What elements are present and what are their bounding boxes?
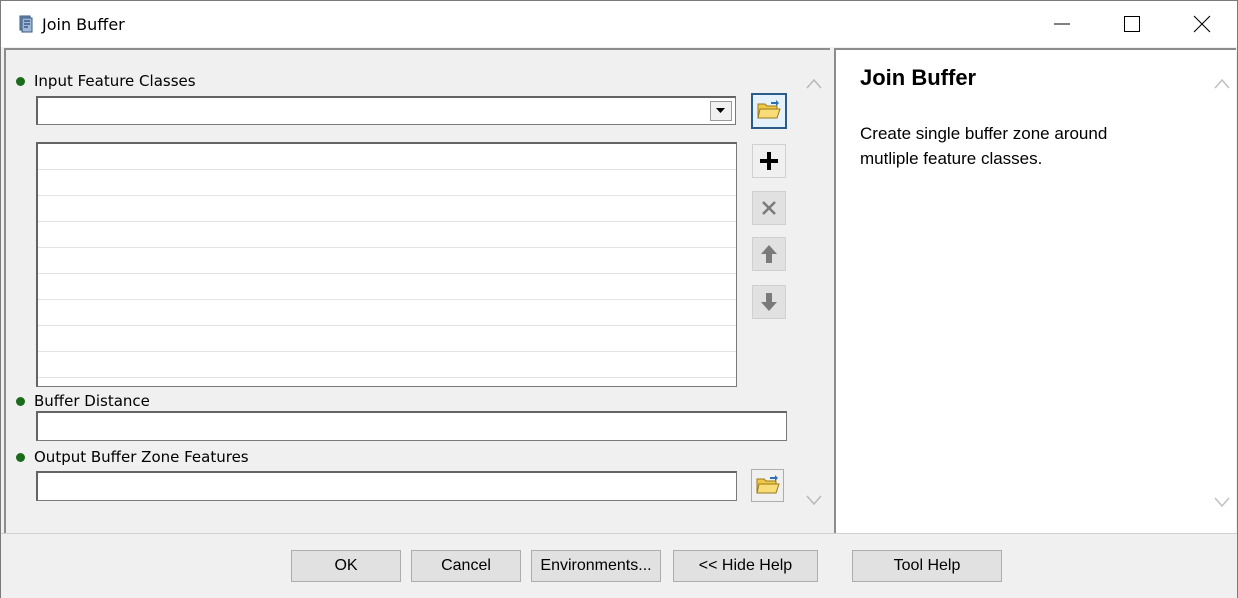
window-title: Join Buffer bbox=[42, 15, 125, 34]
buffer-distance-input[interactable] bbox=[36, 411, 787, 441]
browse-output-button[interactable] bbox=[751, 469, 784, 502]
scroll-down-icon[interactable] bbox=[806, 494, 822, 506]
list-item[interactable] bbox=[38, 248, 736, 274]
input-feature-classes-label: Input Feature Classes bbox=[34, 72, 196, 90]
open-folder-icon bbox=[756, 475, 780, 494]
input-feature-classes-list[interactable] bbox=[36, 142, 737, 387]
hide-help-button[interactable]: << Hide Help bbox=[673, 550, 818, 582]
list-item[interactable] bbox=[38, 170, 736, 196]
chevron-down-icon bbox=[716, 108, 725, 113]
list-item[interactable] bbox=[38, 196, 736, 222]
environments-button[interactable]: Environments... bbox=[531, 550, 661, 582]
browse-input-button[interactable] bbox=[751, 93, 787, 129]
remove-item-button[interactable] bbox=[752, 191, 786, 225]
help-title: Join Buffer bbox=[860, 65, 977, 90]
minimize-button[interactable] bbox=[1027, 1, 1097, 47]
parameters-pane: Input Feature Classes Buffer Distance Ou… bbox=[4, 48, 830, 535]
move-down-button[interactable] bbox=[752, 285, 786, 319]
list-item[interactable] bbox=[38, 326, 736, 352]
close-button[interactable] bbox=[1167, 1, 1237, 47]
list-item[interactable] bbox=[38, 352, 736, 378]
help-pane: Join Buffer Create single buffer zone ar… bbox=[834, 48, 1236, 534]
minimize-icon bbox=[1054, 23, 1070, 25]
open-folder-icon bbox=[757, 100, 781, 119]
output-features-input[interactable] bbox=[36, 471, 737, 501]
scroll-up-icon[interactable] bbox=[806, 78, 822, 90]
cancel-button[interactable]: Cancel bbox=[411, 550, 521, 582]
add-item-button[interactable] bbox=[752, 144, 786, 178]
input-feature-classes-combo[interactable] bbox=[36, 96, 736, 125]
plus-icon bbox=[760, 152, 778, 170]
list-item[interactable] bbox=[38, 274, 736, 300]
maximize-button[interactable] bbox=[1097, 1, 1167, 47]
required-indicator-icon bbox=[16, 77, 25, 86]
help-description: Create single buffer zone around mutlipl… bbox=[860, 124, 1108, 168]
geoprocessing-tool-icon bbox=[19, 15, 33, 33]
list-item[interactable] bbox=[38, 144, 736, 170]
scroll-down-icon[interactable] bbox=[1214, 496, 1230, 508]
maximize-icon bbox=[1124, 16, 1140, 32]
join-buffer-dialog: Join Buffer Input Feature Classes Buffer… bbox=[0, 0, 1238, 598]
output-features-label: Output Buffer Zone Features bbox=[34, 448, 249, 466]
tool-help-button[interactable]: Tool Help bbox=[852, 550, 1002, 582]
close-icon bbox=[1193, 15, 1211, 33]
ok-button[interactable]: OK bbox=[291, 550, 401, 582]
buffer-distance-label: Buffer Distance bbox=[34, 392, 150, 410]
required-indicator-icon bbox=[16, 453, 25, 462]
list-item[interactable] bbox=[38, 300, 736, 326]
list-item[interactable] bbox=[38, 222, 736, 248]
combo-dropdown-button[interactable] bbox=[710, 101, 732, 121]
title-bar: Join Buffer bbox=[1, 1, 1237, 47]
close-icon bbox=[762, 201, 776, 215]
move-up-button[interactable] bbox=[752, 237, 786, 271]
button-bar: OK Cancel Environments... << Hide Help T… bbox=[1, 533, 1237, 598]
arrow-down-icon bbox=[761, 293, 777, 311]
scroll-up-icon[interactable] bbox=[1214, 78, 1230, 90]
arrow-up-icon bbox=[761, 245, 777, 263]
required-indicator-icon bbox=[16, 397, 25, 406]
